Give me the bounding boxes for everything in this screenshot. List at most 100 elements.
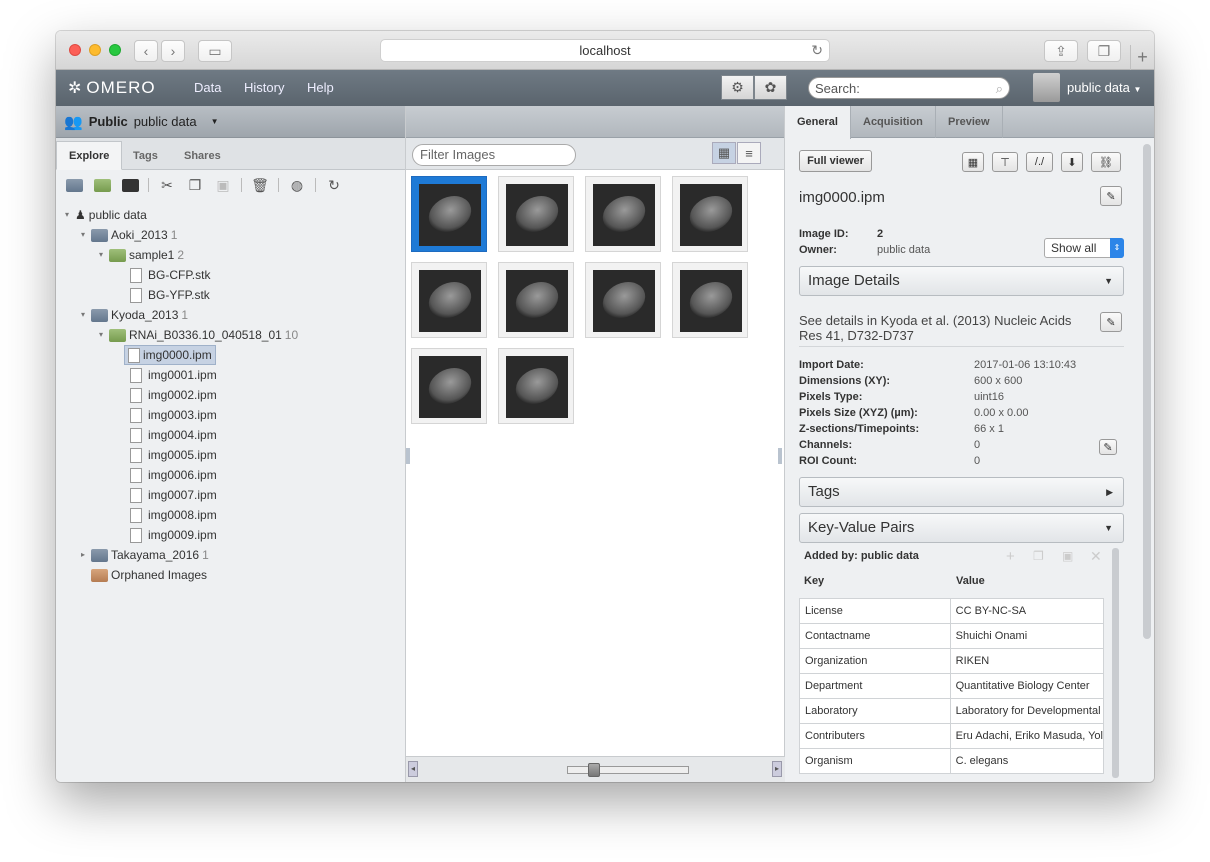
tree-image[interactable]: img0007.ipm <box>130 486 217 504</box>
image-thumbnail[interactable] <box>411 262 487 338</box>
edit-name-button[interactable]: ✎ <box>1100 186 1122 206</box>
list-view-button[interactable]: ≡ <box>737 142 761 164</box>
delete-icon[interactable]: 🗑 <box>248 175 272 195</box>
tree-project[interactable]: ▾ Aoki_2013 1 <box>78 226 177 244</box>
path-button[interactable]: /./ <box>1026 152 1053 172</box>
tree-image[interactable]: img0008.ipm <box>130 506 217 524</box>
expand-arrow-icon[interactable]: ▸ <box>78 546 88 564</box>
tree-image[interactable]: img0005.ipm <box>130 446 217 464</box>
collapse-arrow-icon[interactable]: ▾ <box>62 206 72 224</box>
back-button[interactable]: ‹ <box>134 40 158 62</box>
image-thumbnail[interactable] <box>672 176 748 252</box>
address-bar[interactable]: localhost ↻ <box>380 39 830 62</box>
tree-image[interactable]: img0004.ipm <box>130 426 217 444</box>
image-thumbnail[interactable] <box>411 348 487 424</box>
filter-images-input[interactable]: Filter Images <box>412 144 576 166</box>
collapse-arrow-icon[interactable]: ▾ <box>78 306 88 324</box>
image-thumbnail[interactable] <box>411 176 487 252</box>
thumbnail-size-slider[interactable] <box>567 763 689 777</box>
new-dataset-icon[interactable] <box>90 175 114 195</box>
tree-image[interactable]: BG-YFP.stk <box>130 286 210 304</box>
kv-value[interactable]: RIKEN <box>949 648 1105 674</box>
tree-project[interactable]: ▸ Takayama_2016 1 <box>78 546 209 564</box>
collapse-arrow-icon[interactable]: ▾ <box>96 246 106 264</box>
tab-shares[interactable]: Shares <box>171 141 234 170</box>
tabs-overview-button[interactable]: ❐ <box>1087 40 1121 62</box>
new-screen-icon[interactable] <box>118 175 142 195</box>
tree-image-selected[interactable]: img0000.ipm <box>124 345 216 365</box>
user-menu[interactable]: public data ▼ <box>1067 80 1141 95</box>
reload-icon[interactable]: ↻ <box>811 40 823 61</box>
search-input[interactable]: Search: ⌕ <box>808 77 1010 99</box>
key-value-pairs-toggle[interactable]: Key-Value Pairs ▼ <box>799 513 1124 543</box>
share-button[interactable]: ⇪ <box>1044 40 1078 62</box>
tab-general[interactable]: General <box>785 106 851 139</box>
cut-icon[interactable]: ✂ <box>155 175 179 195</box>
image-thumbnail[interactable] <box>498 176 574 252</box>
copy-icon[interactable]: ❐ <box>183 175 207 195</box>
grid-view-button[interactable]: ▦ <box>712 142 736 164</box>
kv-key[interactable]: Contactname <box>799 623 951 649</box>
tree-image[interactable]: img0003.ipm <box>130 406 217 424</box>
copy-icon[interactable]: ❐ <box>1033 549 1044 563</box>
new-project-icon[interactable] <box>62 175 86 195</box>
kv-key[interactable]: Department <box>799 673 951 699</box>
show-all-select[interactable]: Show all ⇕ <box>1044 238 1124 258</box>
tab-tags[interactable]: Tags <box>120 141 171 170</box>
kv-key[interactable]: Contributers <box>799 723 951 749</box>
collapse-right-button[interactable]: ▸ <box>772 761 782 777</box>
image-thumbnail[interactable] <box>585 262 661 338</box>
tree-image[interactable]: img0001.ipm <box>130 366 217 384</box>
tree-orphaned[interactable]: Orphaned Images <box>78 566 207 584</box>
kv-scrollbar[interactable] <box>1112 548 1119 778</box>
image-thumbnail[interactable] <box>672 262 748 338</box>
tree-image[interactable]: BG-CFP.stk <box>130 266 210 284</box>
kv-key[interactable]: Laboratory <box>799 698 951 724</box>
scripts-button[interactable]: ⚙ <box>721 75 754 100</box>
hierarchy-button[interactable]: ⊤ <box>992 152 1018 172</box>
image-details-toggle[interactable]: Image Details ▼ <box>799 266 1124 296</box>
kv-value[interactable]: Quantitative Biology Center <box>949 673 1105 699</box>
omero-logo[interactable]: ✲ OMERO <box>68 78 156 98</box>
link-button[interactable]: ⛓ <box>1091 152 1121 172</box>
close-window-button[interactable] <box>69 44 81 56</box>
collapse-arrow-icon[interactable]: ▾ <box>96 326 106 344</box>
tree-project[interactable]: ▾ Kyoda_2013 1 <box>78 306 188 324</box>
refresh-icon[interactable]: ↻ <box>322 175 346 195</box>
kv-key[interactable]: Organization <box>799 648 951 674</box>
download-button[interactable]: ⬇ <box>1061 152 1083 172</box>
kv-value[interactable]: C. elegans <box>949 748 1105 774</box>
zoom-window-button[interactable] <box>109 44 121 56</box>
tree-image[interactable]: img0009.ipm <box>130 526 217 544</box>
kv-value[interactable]: Shuichi Onami <box>949 623 1105 649</box>
new-tab-button[interactable]: + <box>1130 45 1154 70</box>
left-panel-resize-handle[interactable] <box>406 448 410 464</box>
image-thumbnail[interactable] <box>498 348 574 424</box>
minimize-window-button[interactable] <box>89 44 101 56</box>
kv-key[interactable]: License <box>799 598 951 624</box>
grid-layout-button[interactable]: ▦ <box>962 152 984 172</box>
right-scrollbar[interactable] <box>1143 144 1151 639</box>
paste-icon[interactable]: ▣ <box>1062 549 1073 563</box>
edit-description-button[interactable]: ✎ <box>1100 312 1122 332</box>
tree-root[interactable]: ▾ ♟ public data <box>62 206 147 224</box>
full-viewer-button[interactable]: Full viewer <box>799 150 872 172</box>
tags-toggle[interactable]: Tags ▶ <box>799 477 1124 507</box>
collapse-arrow-icon[interactable]: ▾ <box>78 226 88 244</box>
remove-icon[interactable]: ✕ <box>1090 548 1102 565</box>
add-icon[interactable]: + <box>1006 548 1015 565</box>
tab-acquisition[interactable]: Acquisition <box>851 106 936 138</box>
image-thumbnail[interactable] <box>498 262 574 338</box>
tab-preview[interactable]: Preview <box>936 106 1003 138</box>
tree-dataset[interactable]: ▾ sample1 2 <box>96 246 184 264</box>
nav-help[interactable]: Help <box>307 80 334 95</box>
activities-button[interactable]: ✿ <box>754 75 787 100</box>
forward-button[interactable]: › <box>161 40 185 62</box>
group-selector[interactable]: 👥 Public public data ▼ <box>56 106 405 138</box>
tree-image[interactable]: img0002.ipm <box>130 386 217 404</box>
kv-value[interactable]: Laboratory for Developmental <box>949 698 1105 724</box>
globe-icon[interactable]: ◍ <box>285 175 309 195</box>
nav-history[interactable]: History <box>244 80 284 95</box>
tree-dataset[interactable]: ▾ RNAi_B0336.10_040518_01 10 <box>96 326 298 344</box>
edit-channels-button[interactable]: ✎ <box>1099 439 1117 455</box>
